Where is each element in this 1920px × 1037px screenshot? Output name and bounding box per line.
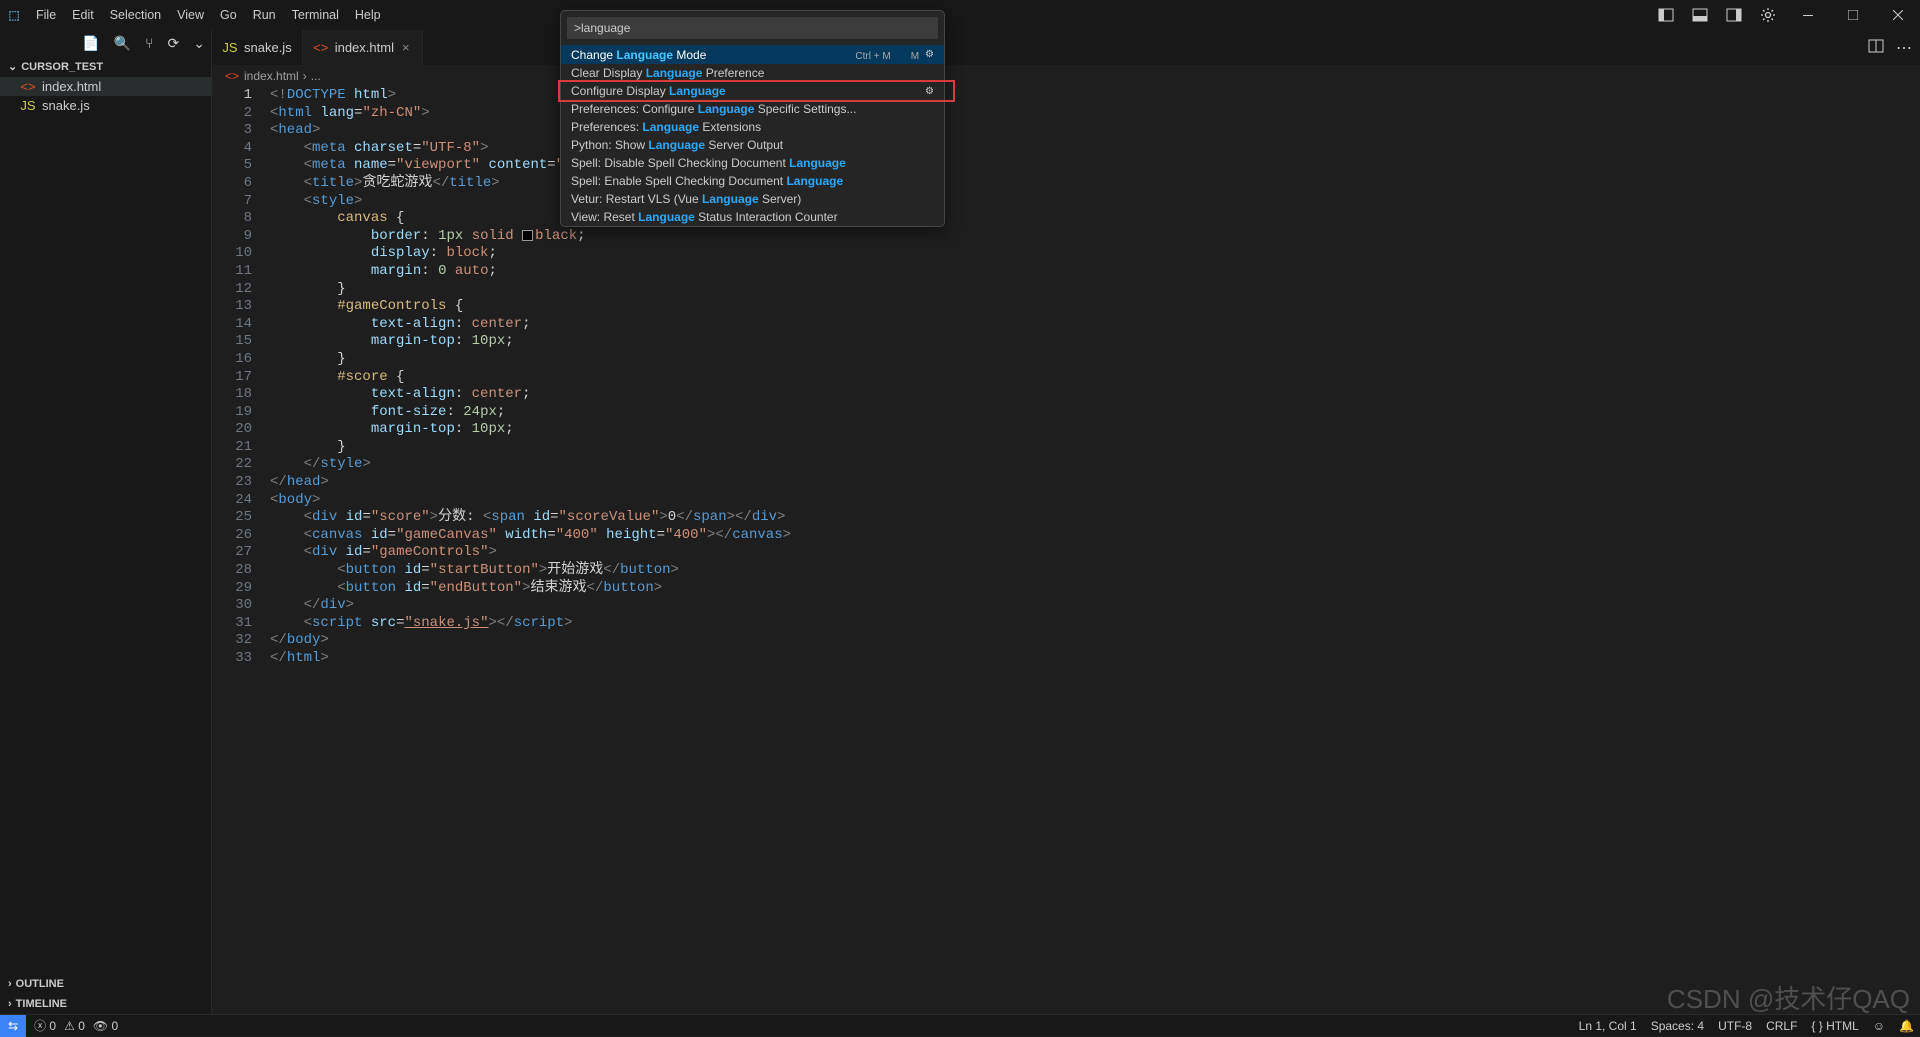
menu-view[interactable]: View <box>169 2 212 28</box>
status-language-mode[interactable]: { } HTML <box>1811 1019 1858 1033</box>
menu-go[interactable]: Go <box>212 2 245 28</box>
js-file-icon: JS <box>20 98 36 113</box>
command-palette: Change Language ModeCtrl + M M ⚙Clear Di… <box>560 10 945 227</box>
palette-item-5[interactable]: Python: Show Language Server Output <box>561 136 944 154</box>
editor-group: JSsnake.js <>index.html× ⋯ <> index.html… <box>212 30 1920 1014</box>
new-file-icon[interactable]: 📄 <box>82 35 99 52</box>
palette-item-3[interactable]: Preferences: Configure Language Specific… <box>561 100 944 118</box>
settings-gear-icon[interactable] <box>1751 0 1785 30</box>
layout-secondary-icon[interactable] <box>1717 0 1751 30</box>
status-notifications-icon[interactable]: 🔔 <box>1899 1019 1914 1033</box>
split-editor-icon[interactable] <box>1868 38 1884 58</box>
palette-item-6[interactable]: Spell: Disable Spell Checking Document L… <box>561 154 944 172</box>
menu-terminal[interactable]: Terminal <box>284 2 347 28</box>
js-file-icon: JS <box>222 40 238 55</box>
close-button[interactable] <box>1875 0 1920 30</box>
status-eol[interactable]: CRLF <box>1766 1019 1797 1033</box>
line-numbers: 1234567891011121314151617181920212223242… <box>212 87 270 1014</box>
search-icon[interactable]: 🔍 <box>114 35 131 52</box>
file-snake-js[interactable]: JSsnake.js <box>0 96 211 115</box>
file-index-html[interactable]: <>index.html <box>0 77 211 96</box>
app-icon: ⬚ <box>0 0 28 30</box>
palette-item-4[interactable]: Preferences: Language Extensions <box>561 118 944 136</box>
minimize-button[interactable] <box>1785 0 1830 30</box>
menu-selection[interactable]: Selection <box>102 2 169 28</box>
palette-item-1[interactable]: Clear Display Language Preference <box>561 64 944 82</box>
palette-item-8[interactable]: Vetur: Restart VLS (Vue Language Server) <box>561 190 944 208</box>
code-editor[interactable]: 1234567891011121314151617181920212223242… <box>212 87 1920 1014</box>
tab-snake-js[interactable]: JSsnake.js <box>212 30 303 65</box>
more-actions-icon[interactable]: ⋯ <box>1896 38 1912 58</box>
breadcrumb[interactable]: <> index.html › ... <box>212 65 1920 87</box>
menu-help[interactable]: Help <box>347 2 389 28</box>
chevron-right-icon: › <box>8 998 12 1010</box>
palette-item-0[interactable]: Change Language ModeCtrl + M M ⚙ <box>561 45 944 64</box>
titlebar: ⬚ File Edit Selection View Go Run Termin… <box>0 0 1920 30</box>
menu-run[interactable]: Run <box>245 2 284 28</box>
menu-edit[interactable]: Edit <box>64 2 102 28</box>
tab-bar: JSsnake.js <>index.html× ⋯ <box>212 30 1920 65</box>
tab-index-html[interactable]: <>index.html× <box>303 30 423 65</box>
layout-panel-icon[interactable] <box>1683 0 1717 30</box>
command-palette-input[interactable] <box>567 17 938 39</box>
source-control-icon[interactable]: ⑂ <box>145 35 153 51</box>
menu-file[interactable]: File <box>28 2 64 28</box>
palette-item-9[interactable]: View: Reset Language Status Interaction … <box>561 208 944 226</box>
chevron-down-icon: ⌄ <box>8 60 17 73</box>
status-ports[interactable]: 👁 0 <box>93 1019 118 1033</box>
status-encoding[interactable]: UTF-8 <box>1718 1019 1752 1033</box>
chevron-right-icon: › <box>8 978 12 990</box>
outline-section[interactable]: ›OUTLINE <box>0 974 211 994</box>
menubar: File Edit Selection View Go Run Terminal… <box>28 2 389 28</box>
code-content[interactable]: <!DOCTYPE html><html lang="zh-CN"><head>… <box>270 87 1920 1014</box>
maximize-button[interactable] <box>1830 0 1875 30</box>
remote-indicator[interactable]: ⇆ <box>0 1015 26 1037</box>
status-warnings[interactable]: ⚠ 0 <box>64 1019 85 1033</box>
status-indentation[interactable]: Spaces: 4 <box>1651 1019 1704 1033</box>
html-file-icon: <> <box>20 79 36 94</box>
html-file-icon: <> <box>224 69 240 83</box>
timeline-section[interactable]: ›TIMELINE <box>0 994 211 1014</box>
explorer-sidebar: 📄 🔍 ⑂ ⟳ ⌄ ⌄CURSOR_TEST <>index.html JSsn… <box>0 30 212 1014</box>
tab-close-icon[interactable]: × <box>400 40 412 55</box>
html-file-icon: <> <box>313 40 329 55</box>
status-bar: ⇆ ⓧ 0 ⚠ 0 👁 0 Ln 1, Col 1 Spaces: 4 UTF-… <box>0 1014 1920 1036</box>
explorer-toolbar: 📄 🔍 ⑂ ⟳ ⌄ <box>0 30 211 56</box>
layout-primary-icon[interactable] <box>1649 0 1683 30</box>
palette-item-7[interactable]: Spell: Enable Spell Checking Document La… <box>561 172 944 190</box>
collapse-icon[interactable]: ⌄ <box>193 35 205 52</box>
status-cursor-position[interactable]: Ln 1, Col 1 <box>1579 1019 1637 1033</box>
palette-item-2[interactable]: Configure Display Language ⚙ <box>561 82 944 100</box>
refresh-icon[interactable]: ⟳ <box>168 35 180 52</box>
project-folder[interactable]: ⌄CURSOR_TEST <box>0 56 211 77</box>
status-errors[interactable]: ⓧ 0 <box>34 1017 56 1034</box>
status-feedback-icon[interactable]: ☺ <box>1873 1019 1885 1033</box>
